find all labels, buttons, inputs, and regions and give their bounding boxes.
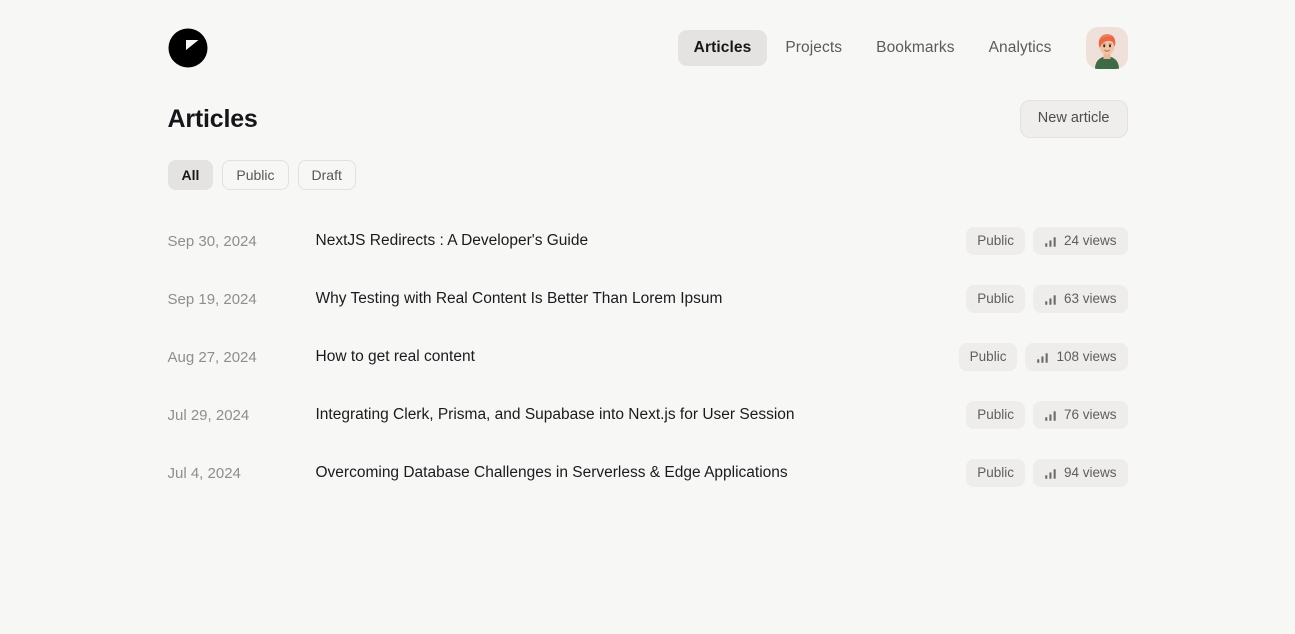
table-row[interactable]: Sep 19, 2024 Why Testing with Real Conte…	[168, 270, 1128, 328]
nav-item-articles[interactable]: Articles	[677, 29, 768, 67]
brand-logo[interactable]	[167, 28, 208, 68]
views-count: 63 views	[1063, 291, 1117, 307]
views-badge: 63 views	[1032, 285, 1128, 313]
brand-logo-icon	[167, 28, 208, 68]
page-header: Articles New article	[168, 98, 1128, 140]
table-row[interactable]: Aug 27, 2024 How to get real content Pub…	[168, 328, 1128, 386]
page-container: Articles Projects Bookmarks Analytics Ar…	[167, 0, 1128, 502]
article-meta: Public 24 views	[966, 227, 1128, 255]
article-date: Aug 27, 2024	[167, 348, 257, 366]
article-date: Jul 29, 2024	[167, 406, 250, 424]
status-badge: Public	[966, 227, 1025, 255]
article-date: Jul 4, 2024	[167, 464, 241, 482]
nav-item-projects[interactable]: Projects	[769, 30, 858, 67]
views-badge: 94 views	[1032, 459, 1128, 487]
bar-chart-icon	[1045, 236, 1056, 247]
bar-chart-icon	[1045, 294, 1056, 305]
views-count: 108 views	[1056, 349, 1117, 365]
table-row[interactable]: Jul 4, 2024 Overcoming Database Challeng…	[168, 444, 1128, 502]
views-badge: 108 views	[1025, 343, 1128, 371]
new-article-button[interactable]: New article	[1019, 100, 1128, 138]
article-meta: Public 108 views	[958, 343, 1128, 371]
article-date: Sep 19, 2024	[167, 290, 257, 308]
nav-item-bookmarks[interactable]: Bookmarks	[860, 30, 970, 67]
status-badge: Public	[958, 343, 1018, 371]
status-badge: Public	[966, 401, 1025, 429]
table-row[interactable]: Sep 30, 2024 NextJS Redirects : A Develo…	[168, 212, 1128, 270]
article-title[interactable]: NextJS Redirects : A Developer's Guide	[316, 232, 967, 250]
article-title[interactable]: Integrating Clerk, Prisma, and Supabase …	[316, 406, 967, 424]
article-title[interactable]: Why Testing with Real Content Is Better …	[316, 290, 967, 308]
article-date: Sep 30, 2024	[167, 232, 257, 250]
views-badge: 24 views	[1032, 227, 1128, 255]
article-meta: Public 63 views	[966, 285, 1128, 313]
article-title[interactable]: How to get real content	[316, 348, 959, 366]
bar-chart-icon	[1045, 410, 1056, 421]
status-badge: Public	[966, 285, 1025, 313]
bar-chart-icon	[1045, 468, 1056, 479]
filter-group: All Public Draft	[167, 160, 1128, 191]
views-count: 94 views	[1063, 465, 1117, 481]
app-root: Articles Projects Bookmarks Analytics Ar…	[0, 0, 1295, 634]
filter-public[interactable]: Public	[222, 160, 289, 191]
filter-draft[interactable]: Draft	[297, 160, 356, 191]
article-list: Sep 30, 2024 NextJS Redirects : A Develo…	[168, 212, 1128, 502]
avatar[interactable]	[1085, 27, 1128, 69]
views-count: 76 views	[1063, 407, 1117, 423]
views-badge: 76 views	[1032, 401, 1128, 429]
table-row[interactable]: Jul 29, 2024 Integrating Clerk, Prisma, …	[168, 386, 1128, 444]
status-badge: Public	[966, 459, 1025, 487]
views-count: 24 views	[1063, 233, 1117, 249]
article-title[interactable]: Overcoming Database Challenges in Server…	[316, 464, 967, 482]
site-header: Articles Projects Bookmarks Analytics	[167, 0, 1128, 94]
article-meta: Public 94 views	[966, 459, 1128, 487]
main-navigation: Articles Projects Bookmarks Analytics	[677, 27, 1128, 69]
page-title: Articles	[167, 104, 258, 133]
avatar-illustration	[1085, 27, 1128, 69]
filter-all[interactable]: All	[167, 160, 214, 191]
nav-item-analytics[interactable]: Analytics	[973, 30, 1068, 67]
bar-chart-icon	[1037, 352, 1049, 363]
article-meta: Public 76 views	[966, 401, 1128, 429]
